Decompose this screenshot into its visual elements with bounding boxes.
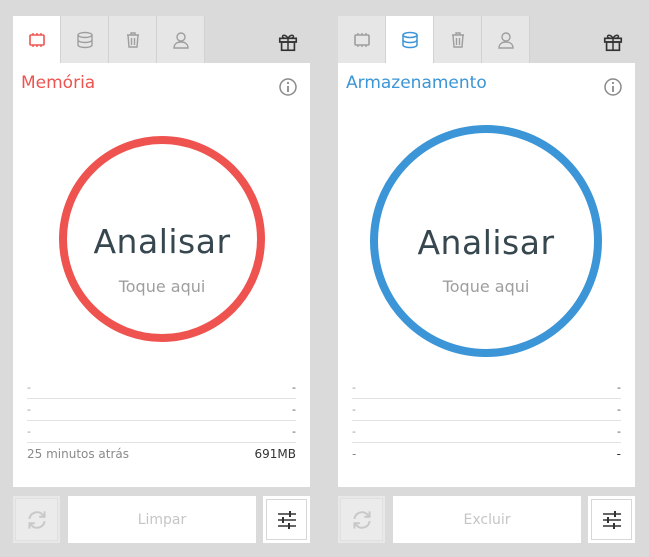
tap-here-label: Toque aqui: [442, 277, 530, 296]
sliders-icon: [602, 510, 621, 529]
refresh-icon: [352, 510, 371, 529]
tab-storage[interactable]: [61, 16, 109, 63]
panel-title: Armazenamento: [346, 73, 487, 93]
tab-bar: [13, 16, 205, 63]
storage-card: Armazenamento Analisar Toque aqui -- -- …: [338, 63, 635, 487]
list-item: --: [352, 421, 621, 443]
user-icon: [172, 31, 189, 49]
list-item: 25 minutos atrás 691MB: [27, 443, 296, 465]
memory-card: Memória Analisar Toque aqui -- -- -- 25 …: [13, 63, 310, 487]
tab-user[interactable]: [482, 16, 530, 63]
tap-here-label: Toque aqui: [118, 277, 206, 296]
analyze-ring[interactable]: Analisar Toque aqui: [59, 136, 265, 342]
list-item: --: [352, 377, 621, 399]
gift-button[interactable]: [276, 30, 300, 54]
database-icon: [76, 31, 93, 48]
info-icon[interactable]: [278, 77, 298, 97]
panel-title: Memória: [21, 73, 96, 93]
tab-bar: [338, 16, 530, 63]
stats-list: -- -- -- --: [352, 377, 621, 465]
last-scan-time: 25 minutos atrás: [27, 447, 130, 461]
analyze-ring[interactable]: Analisar Toque aqui: [370, 125, 602, 357]
analyze-label: Analisar: [417, 223, 555, 262]
tab-user[interactable]: [157, 16, 205, 63]
tab-memory[interactable]: [13, 16, 61, 63]
tab-trash[interactable]: [109, 16, 157, 63]
user-icon: [497, 31, 514, 49]
refresh-button[interactable]: [338, 496, 385, 543]
list-item: --: [27, 421, 296, 443]
list-item: --: [27, 377, 296, 399]
clean-button[interactable]: Limpar: [68, 496, 256, 543]
memory-usage: 691MB: [254, 447, 297, 461]
tab-trash[interactable]: [434, 16, 482, 63]
tab-storage[interactable]: [386, 16, 434, 63]
list-item: --: [352, 447, 621, 461]
bottom-bar: Limpar: [13, 496, 310, 543]
gift-icon: [603, 34, 623, 52]
tab-memory[interactable]: [338, 16, 386, 63]
trash-icon: [451, 31, 464, 48]
refresh-button[interactable]: [13, 496, 60, 543]
refresh-icon: [27, 510, 46, 529]
gift-button[interactable]: [601, 30, 625, 54]
database-icon: [401, 31, 418, 48]
chip-icon: [28, 32, 45, 47]
bottom-bar: Excluir: [338, 496, 635, 543]
gift-icon: [278, 34, 298, 52]
stats-list: -- -- -- 25 minutos atrás 691MB: [27, 377, 296, 465]
list-item: --: [27, 399, 296, 421]
sliders-icon: [277, 510, 296, 529]
delete-button[interactable]: Excluir: [393, 496, 581, 543]
settings-button[interactable]: [263, 496, 310, 543]
list-item: --: [352, 399, 621, 421]
trash-icon: [126, 31, 139, 48]
chip-icon: [353, 32, 370, 47]
settings-button[interactable]: [588, 496, 635, 543]
analyze-label: Analisar: [93, 222, 231, 261]
info-icon[interactable]: [603, 77, 623, 97]
memory-panel: Memória Analisar Toque aqui -- -- -- 25 …: [13, 0, 310, 557]
storage-panel: Armazenamento Analisar Toque aqui -- -- …: [338, 0, 635, 557]
